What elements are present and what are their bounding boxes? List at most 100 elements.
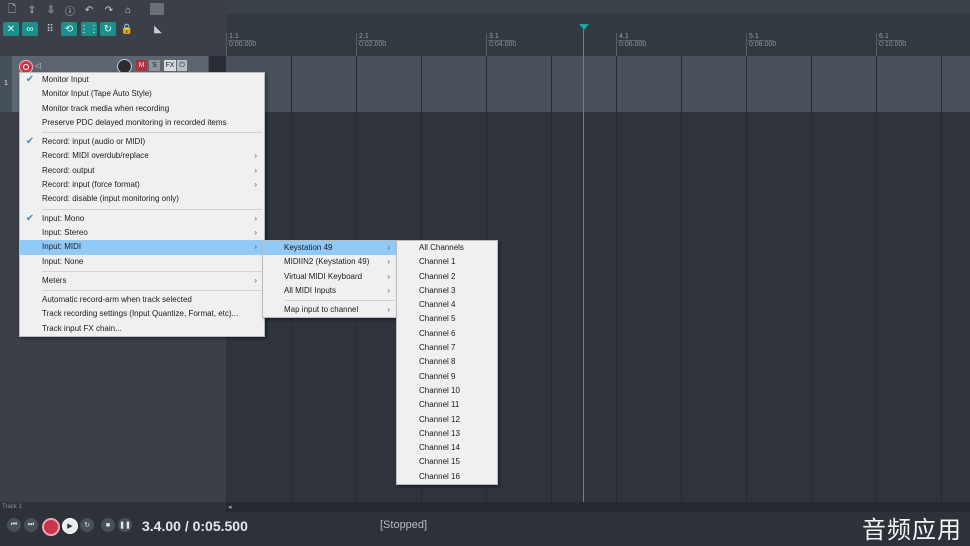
midi-input-submenu: Keystation 49 › MIDIIN2 (Keystation 49) › Vi… [262,240,398,319]
watermark-logo: 音频应用 [862,517,962,544]
menu-item-label: Record: input (force format) [42,180,140,190]
grid-line [681,56,682,502]
menu-item-label: Record: input (audio or MIDI) [42,137,146,147]
loop-icon[interactable]: ↻ [100,22,116,36]
ripple-edit-icon[interactable]: ✕ [3,22,19,36]
menu-item-label: Channel 8 [419,357,456,367]
home-icon[interactable]: ⌂ [120,3,136,17]
pause-icon[interactable]: ❚❚ [118,518,132,532]
speaker-icon[interactable]: ◁ [33,59,43,71]
menu-item-input-none[interactable]: Input: None [20,255,264,269]
fx-bypass-icon[interactable]: ⏻ [177,60,187,71]
submenu-arrow-icon: › [387,271,390,281]
scroll-left-icon[interactable]: ◂ [228,503,236,511]
menu-item-channel-10[interactable]: Channel 10 [397,384,497,398]
go-to-start-icon[interactable]: ⏮ [7,518,21,532]
menu-item-all-channels[interactable]: All Channels [397,241,497,255]
menu-item-virtual-midi-keyboard[interactable]: Virtual MIDI Keyboard › [263,270,397,284]
snap-icon[interactable]: ⟲ [61,22,77,36]
menu-item-track-recording-settings-input-quantize-format-etc[interactable]: Track recording settings (Input Quantize… [20,307,264,321]
grid-line [876,56,877,502]
envelope-tool-icon[interactable]: ◣ [150,22,166,36]
menu-item-channel-2[interactable]: Channel 2 [397,270,497,284]
open-project-icon[interactable]: ⇪ [24,3,40,17]
menu-item-label: Record: MIDI overdub/replace [42,151,149,161]
time-display: 3.4.00 / 0:05.500 [142,518,248,534]
menu-item-input-stereo[interactable]: Input: Stereo › [20,226,264,240]
view-toggle-icon[interactable] [150,3,164,15]
menu-item-keystation-49[interactable]: Keystation 49 › [263,241,397,256]
record-button[interactable] [42,518,60,536]
submenu-arrow-icon: › [254,242,257,252]
track-lane[interactable] [226,56,970,112]
project-info-icon[interactable]: ⓘ [62,3,78,18]
menu-item-label: Track recording settings (Input Quantize… [42,309,239,319]
menu-item-channel-8[interactable]: Channel 8 [397,355,497,369]
menu-separator [42,270,262,272]
stop-icon[interactable]: ■ [101,518,115,532]
menu-item-channel-14[interactable]: Channel 14 [397,441,497,455]
menu-item-label: Virtual MIDI Keyboard [284,271,363,281]
menu-item-channel-15[interactable]: Channel 15 [397,455,497,469]
menu-item-label: Input: None [42,256,84,266]
menu-item-record-input-force-format[interactable]: Record: input (force format) › [20,178,264,192]
horizontal-scrollbar[interactable] [226,502,970,512]
timeline-ruler[interactable] [226,0,970,57]
menu-item-input-mono[interactable]: ✔ Input: Mono › [20,212,264,226]
mute-button[interactable]: M [136,60,147,71]
menu-item-channel-9[interactable]: Channel 9 [397,370,497,384]
link-icon[interactable]: ∞ [22,22,38,36]
menu-item-all-midi-inputs[interactable]: All MIDI Inputs › [263,284,397,298]
submenu-arrow-icon: › [387,285,390,295]
menu-item-channel-13[interactable]: Channel 13 [397,427,497,441]
menu-item-map-input-to-channel[interactable]: Map input to channel › [263,303,397,317]
ruler-region-lane[interactable] [226,0,970,14]
menu-item-record-output[interactable]: Record: output › [20,164,264,178]
menu-item-track-input-fx-chain[interactable]: Track input FX chain... [20,322,264,336]
menu-item-record-midi-overdub-replace[interactable]: Record: MIDI overdub/replace › [20,149,264,163]
repeat-icon[interactable]: ↻ [80,518,94,532]
menu-item-channel-6[interactable]: Channel 6 [397,327,497,341]
menu-item-channel-7[interactable]: Channel 7 [397,341,497,355]
menu-item-meters[interactable]: Meters › [20,274,264,288]
menu-item-record-disable-input-monitoring-only[interactable]: Record: disable (input monitoring only) [20,192,264,206]
menu-item-channel-4[interactable]: Channel 4 [397,298,497,312]
menu-item-monitor-input[interactable]: ✔ Monitor Input [20,73,264,87]
grid-icon[interactable]: ⠿ [42,22,58,36]
grid-line [811,56,812,502]
menu-item-record-input-audio-or-midi[interactable]: ✔ Record: input (audio or MIDI) [20,135,264,149]
menu-item-channel-16[interactable]: Channel 16 [397,470,497,484]
menu-item-channel-1[interactable]: Channel 1 [397,255,497,269]
undo-icon[interactable]: ↶ [81,3,97,17]
play-icon[interactable]: ▶ [62,518,78,534]
fx-button[interactable]: FX [164,60,176,71]
transport-status: [Stopped] [380,519,428,531]
menu-item-input-midi[interactable]: Input: MIDI › [20,240,264,255]
save-project-icon[interactable]: ⇩ [43,3,59,17]
playhead-cursor[interactable] [583,28,584,502]
menu-item-label: Input: Mono [42,213,85,223]
menu-item-monitor-input-tape-auto-style[interactable]: Monitor Input (Tape Auto Style) [20,87,264,101]
metronome-icon[interactable]: ⋮⋮ [79,22,99,36]
playhead-marker-icon[interactable] [579,24,589,30]
solo-button[interactable]: S [149,60,160,71]
menu-item-channel-5[interactable]: Channel 5 [397,312,497,326]
menu-item-preserve-pdc-delayed-monitoring-in-recorded-items[interactable]: Preserve PDC delayed monitoring in recor… [20,116,264,130]
menu-item-automatic-record-arm-when-track-selected[interactable]: Automatic record-arm when track selected [20,293,264,307]
menu-separator [42,290,262,292]
menu-item-monitor-track-media-when-recording[interactable]: Monitor track media when recording [20,102,264,116]
menu-item-channel-11[interactable]: Channel 11 [397,398,497,412]
menu-item-label: All MIDI Inputs [284,285,337,295]
menu-item-midiin2-keystation-49[interactable]: MIDIIN2 (Keystation 49) › [263,255,397,269]
submenu-arrow-icon: › [254,151,257,161]
menu-item-channel-12[interactable]: Channel 12 [397,413,497,427]
menu-item-channel-3[interactable]: Channel 3 [397,284,497,298]
new-project-icon[interactable]: 🗋 [4,3,20,17]
submenu-arrow-icon: › [387,243,390,252]
menu-item-label: Monitor Input [42,75,89,84]
redo-icon[interactable]: ↷ [101,3,117,17]
selected-track-label: Track 1 [2,504,22,510]
go-to-end-icon[interactable]: ⏭ [24,518,38,532]
lock-icon[interactable]: 🔒 [119,22,135,36]
menu-item-label: Channel 7 [419,343,456,353]
